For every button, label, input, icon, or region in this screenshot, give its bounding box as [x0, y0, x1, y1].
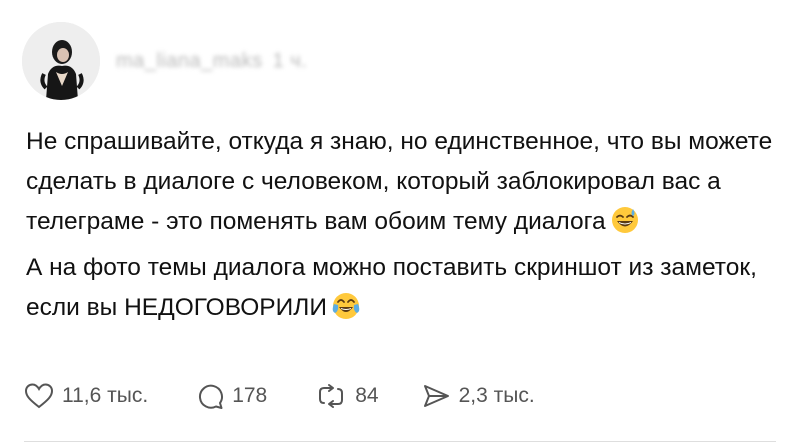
post-header: ma_liana_maks 1 ч. [22, 22, 307, 100]
post-text: Не спрашивайте, откуда я знаю, но единст… [26, 122, 786, 334]
post-actions: 11,6 тыс. 178 84 2,3 тыс. [24, 382, 535, 410]
like-button[interactable]: 11,6 тыс. [24, 382, 148, 410]
paragraph-text: Не спрашивайте, откуда я знаю, но единст… [26, 128, 773, 235]
post-paragraph: Не спрашивайте, откуда я знаю, но единст… [26, 122, 786, 248]
share-count: 2,3 тыс. [458, 384, 535, 407]
post-time: 1 ч. [272, 49, 308, 72]
comment-button[interactable]: 178 [196, 382, 267, 410]
avatar[interactable] [22, 22, 100, 100]
repost-count: 84 [355, 384, 379, 407]
heart-icon [24, 383, 54, 409]
author-username[interactable]: ma_liana_maks [116, 50, 263, 73]
paragraph-text: А на фото темы диалога можно поставить с… [26, 254, 757, 321]
comment-count: 178 [232, 384, 268, 407]
send-icon [423, 385, 449, 407]
divider [24, 441, 776, 442]
tears-of-joy-emoji [331, 291, 361, 334]
comment-icon [199, 384, 224, 409]
post-paragraph: А на фото темы диалога можно поставить с… [26, 248, 786, 334]
avatar-image [22, 22, 100, 100]
repost-button[interactable]: 84 [315, 382, 379, 410]
sweat-smile-emoji [610, 205, 640, 248]
share-button[interactable]: 2,3 тыс. [421, 382, 535, 410]
author-meta[interactable]: ma_liana_maks 1 ч. [116, 50, 307, 73]
like-count: 11,6 тыс. [62, 384, 149, 407]
repost-icon [319, 384, 344, 408]
